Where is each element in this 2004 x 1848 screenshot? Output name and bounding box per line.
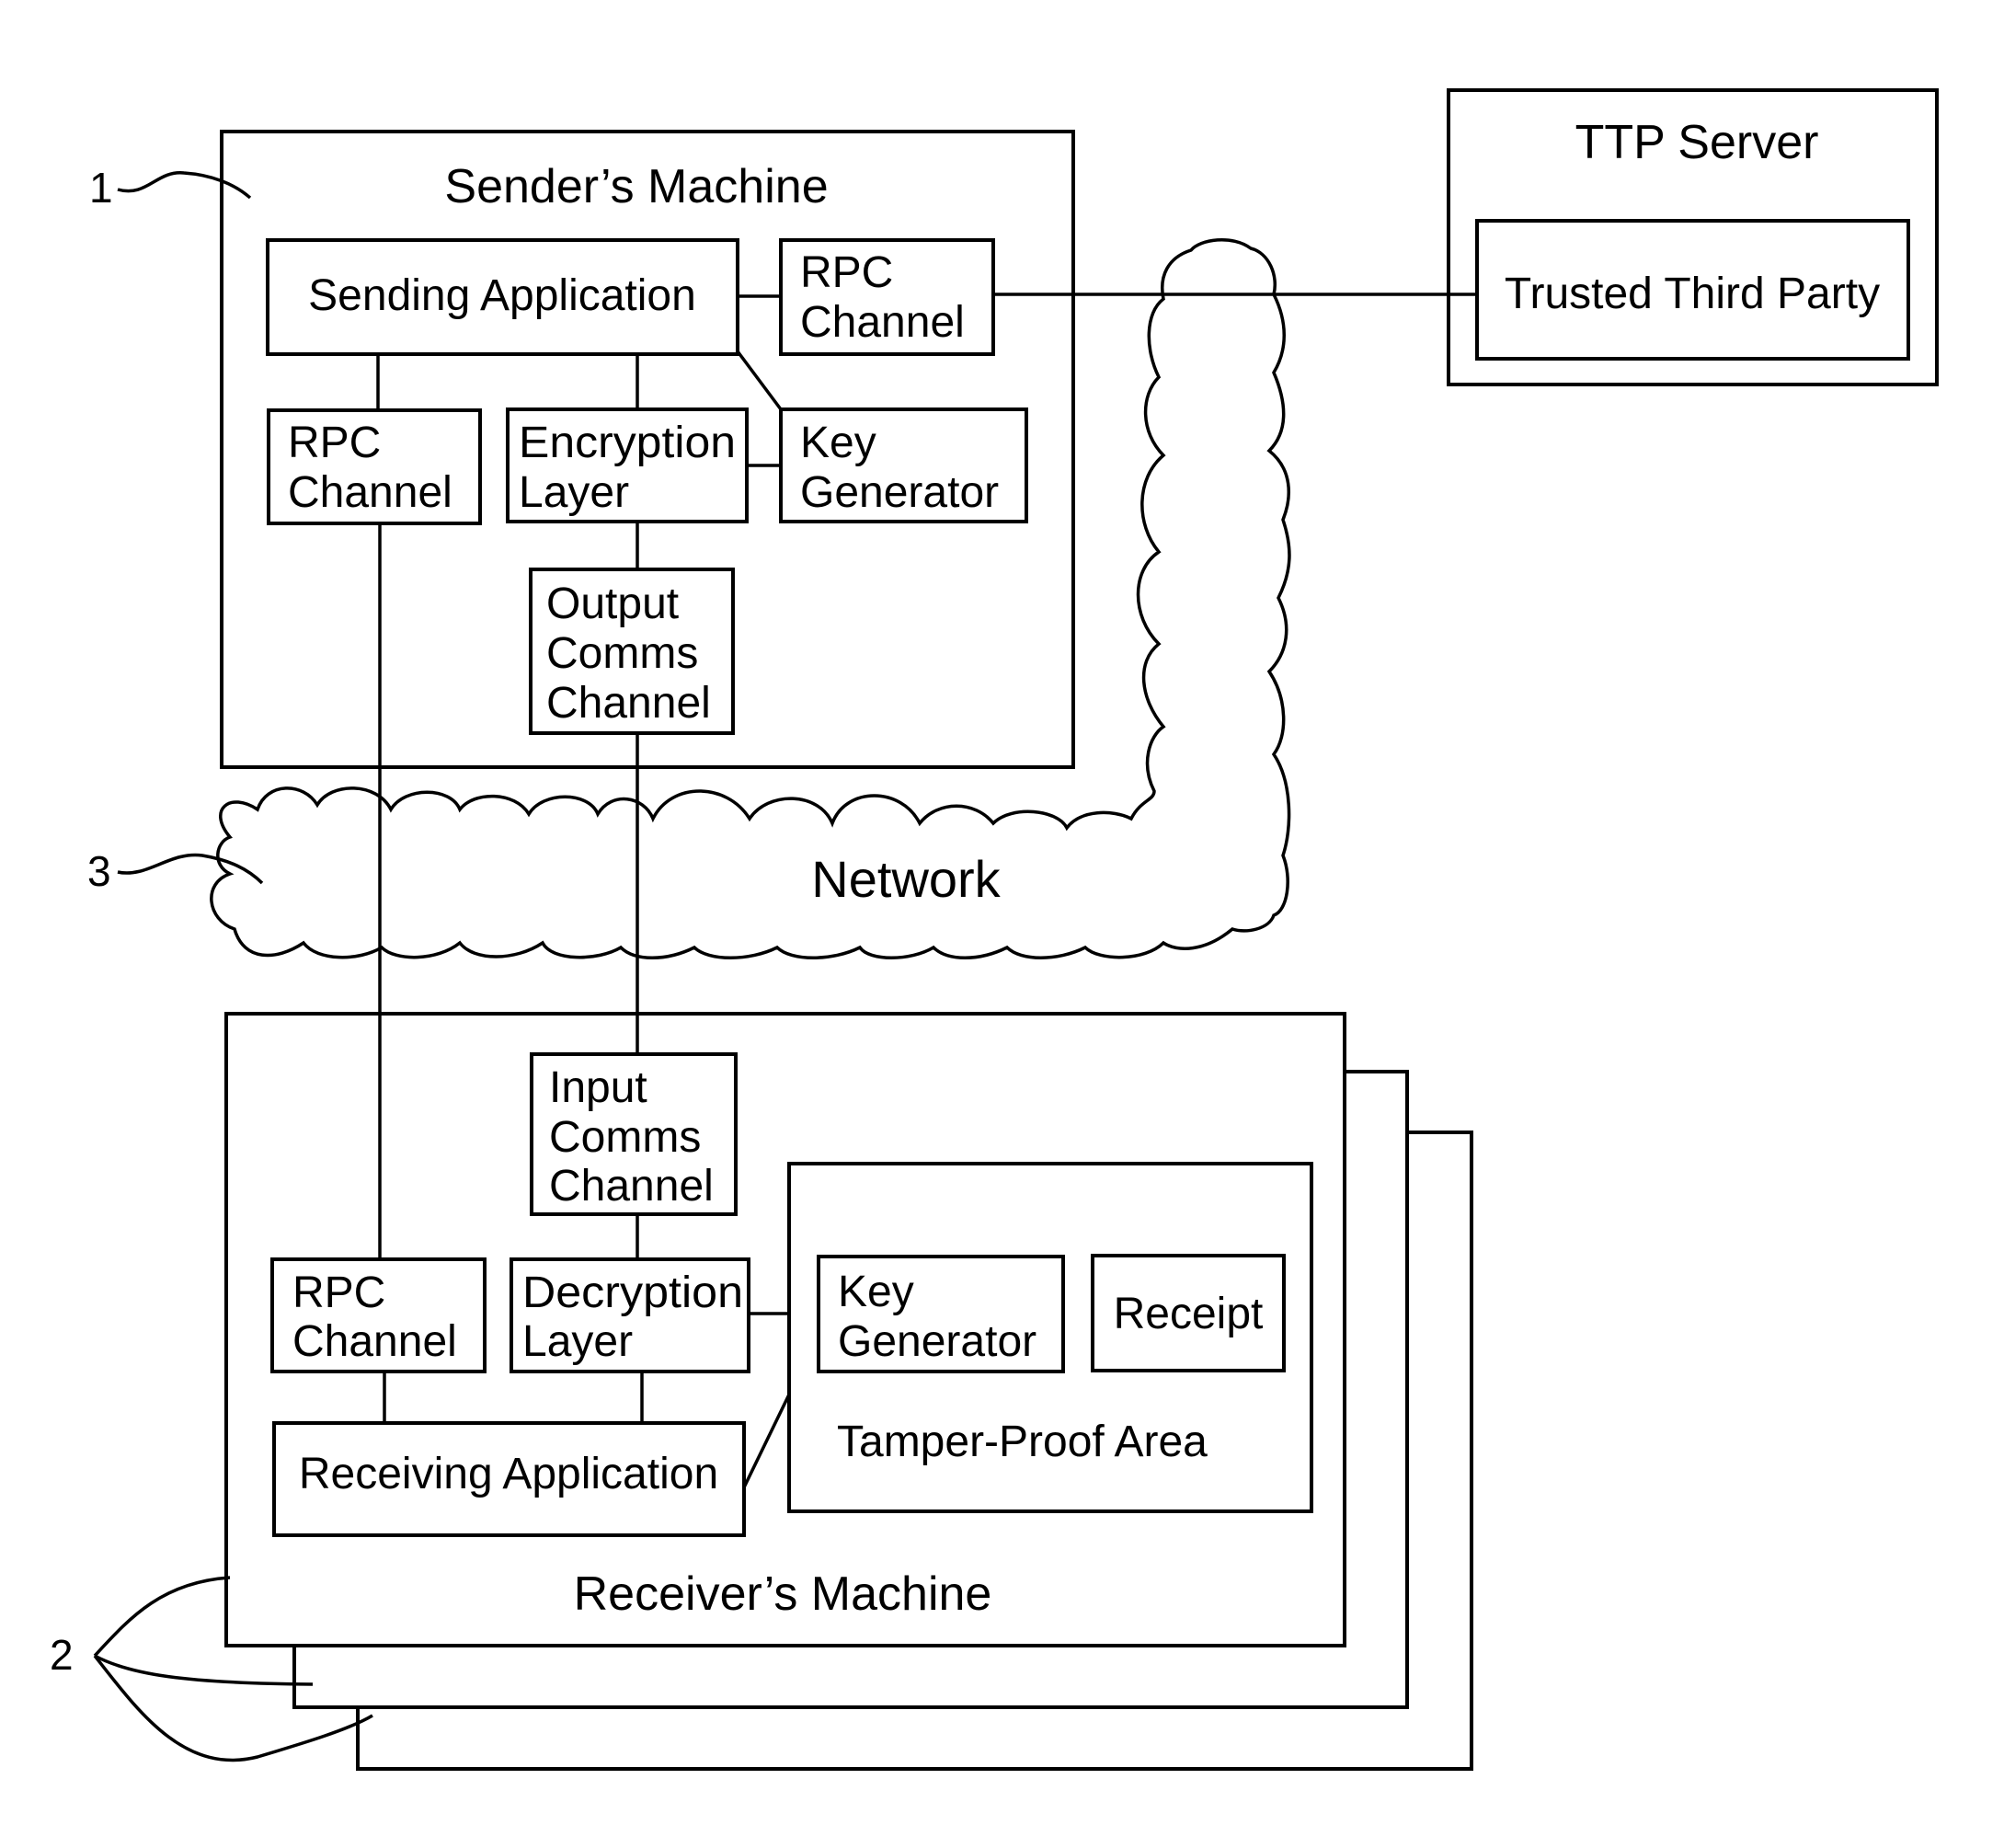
diagram-canvas: Sender’s Machine Sending Application RPC…: [50, 88, 1939, 1771]
output-comms-label-3: Channel: [546, 679, 711, 728]
tamper-proof-area-label: Tamper-Proof Area: [837, 1418, 1208, 1466]
receiving-application-label: Receiving Application: [299, 1450, 718, 1498]
receipt-label: Receipt: [1114, 1290, 1264, 1338]
ref-numeral-3: 3: [87, 847, 111, 895]
ref-2-leader-b: [94, 1654, 314, 1686]
output-comms-label-2: Comms: [546, 629, 698, 678]
input-comms-label-3: Channel: [549, 1162, 714, 1211]
decryption-layer-label-1: Decryption: [522, 1268, 743, 1317]
sending-application-label: Sending Application: [308, 271, 696, 320]
input-comms-label-1: Input: [549, 1063, 647, 1112]
key-generator-receiver-label-1: Key: [838, 1268, 914, 1316]
decryption-layer-label-2: Layer: [522, 1317, 633, 1366]
ref-numeral-2: 2: [50, 1631, 74, 1679]
sender-machine-title: Sender’s Machine: [444, 160, 828, 213]
ref-2-leader-a: [93, 1576, 231, 1658]
rpc-channel-top-label-1: RPC: [800, 248, 893, 297]
output-comms-label-1: Output: [546, 580, 679, 628]
ref-numeral-1: 1: [89, 164, 113, 212]
rpc-channel-receiver-label-1: RPC: [292, 1268, 385, 1317]
ttp-server-title: TTP Server: [1575, 116, 1819, 169]
key-generator-sender-label-2: Generator: [800, 468, 999, 517]
rpc-channel-receiver-label-2: Channel: [292, 1317, 457, 1366]
encryption-layer-label-2: Layer: [519, 468, 629, 517]
encryption-layer-label-1: Encryption: [519, 419, 736, 467]
rpc-channel-sender-label-2: Channel: [288, 468, 452, 517]
key-generator-sender-label-1: Key: [800, 419, 876, 467]
receiver-machine-title: Receiver’s Machine: [574, 1567, 992, 1621]
key-generator-receiver-label-2: Generator: [838, 1317, 1036, 1366]
input-comms-label-2: Comms: [549, 1113, 701, 1162]
network-label: Network: [811, 850, 1001, 908]
rpc-channel-top-label-2: Channel: [800, 298, 965, 347]
rpc-channel-sender-label-1: RPC: [288, 419, 381, 467]
trusted-third-party-label: Trusted Third Party: [1505, 270, 1880, 318]
